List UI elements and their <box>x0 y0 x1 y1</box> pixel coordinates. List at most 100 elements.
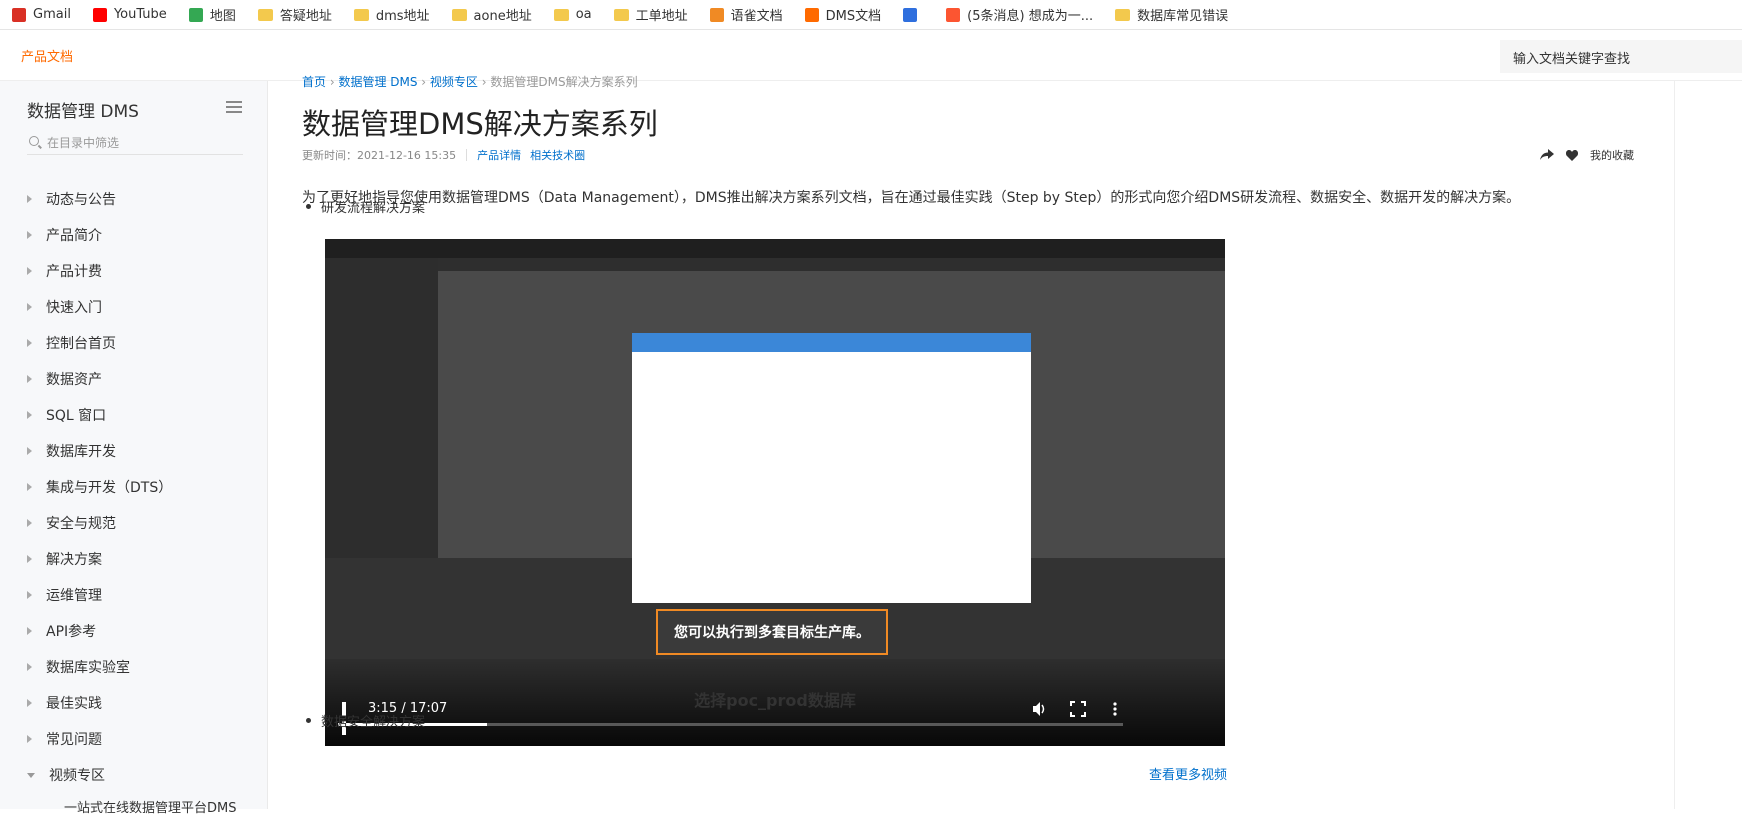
fullscreen-icon[interactable] <box>1070 701 1086 717</box>
chevron-right-icon <box>27 267 32 275</box>
video-app-sidebar <box>325 258 438 558</box>
main-content: 首页 › 数据管理 DMS › 视频专区 › 数据管理DMS解决方案系列 数据管… <box>268 75 1674 809</box>
yuque-icon <box>709 7 724 22</box>
heart-icon[interactable] <box>1566 149 1578 161</box>
doc-search-input[interactable]: 输入文档关键字查找 <box>1500 40 1742 73</box>
chevron-right-icon <box>27 447 32 455</box>
sidebar-item-16[interactable]: 视频专区 <box>27 765 105 785</box>
translate-icon <box>903 7 918 22</box>
chevron-right-icon <box>27 555 32 563</box>
chevron-right-icon <box>27 195 32 203</box>
sidebar-item-0[interactable]: 动态与公告 <box>27 189 116 209</box>
page-actions: 我的收藏 <box>1540 147 1634 163</box>
sidebar-item-4[interactable]: 控制台首页 <box>27 333 116 353</box>
chevron-down-icon <box>27 772 35 778</box>
bookmark-1[interactable]: YouTube <box>92 7 167 22</box>
bookmark-8[interactable]: 语雀文档 <box>709 5 783 24</box>
sidebar-item-7[interactable]: 数据库开发 <box>27 441 116 461</box>
breadcrumb: 首页 › 数据管理 DMS › 视频专区 › 数据管理DMS解决方案系列 <box>302 75 638 89</box>
menu-icon[interactable] <box>226 101 242 114</box>
chevron-right-icon <box>27 483 32 491</box>
breadcrumb-current: 数据管理DMS解决方案系列 <box>490 75 638 89</box>
more-videos-link[interactable]: 查看更多视频 <box>1149 764 1227 783</box>
page-title: 数据管理DMS解决方案系列 <box>302 107 658 141</box>
sidebar-item-9[interactable]: 安全与规范 <box>27 513 116 533</box>
more-options-icon[interactable] <box>1107 701 1123 717</box>
sidebar-item-12[interactable]: API参考 <box>27 621 96 641</box>
folder-icon <box>613 8 629 21</box>
video-modal <box>632 333 1031 603</box>
intro-paragraph: 为了更好地指导您使用数据管理DMS（Data Management），DMS推出… <box>302 190 1521 206</box>
folder-icon <box>353 8 369 21</box>
chevron-right-icon <box>27 375 32 383</box>
chevron-right-icon <box>27 735 32 743</box>
breadcrumb-home[interactable]: 首页 <box>302 75 326 89</box>
bookmark-4[interactable]: dms地址 <box>353 5 430 24</box>
search-icon <box>29 136 39 146</box>
chevron-right-icon <box>27 591 32 599</box>
video-tooltip: 您可以执行到多套目标生产库。 <box>656 609 888 655</box>
bookmark-6[interactable]: oa <box>553 7 592 22</box>
bookmark-7[interactable]: 工单地址 <box>613 5 688 24</box>
sidebar-item-13[interactable]: 数据库实验室 <box>27 657 130 677</box>
video-progress-bar[interactable] <box>338 723 1123 726</box>
video-app-tabs <box>438 258 1225 271</box>
bookmark-5[interactable]: aone地址 <box>451 5 532 24</box>
sidebar-item-15[interactable]: 常见问题 <box>27 729 102 749</box>
share-icon[interactable] <box>1540 149 1554 161</box>
sidebar-item-6[interactable]: SQL 窗口 <box>27 405 106 425</box>
sidebar-title: 数据管理 DMS <box>27 102 139 122</box>
chevron-right-icon <box>27 339 32 347</box>
top-navigation: 产品文档 输入文档关键字查找 <box>0 31 1742 81</box>
sidebar-item-10[interactable]: 解决方案 <box>27 549 102 569</box>
sidebar-item-1[interactable]: 产品简介 <box>27 225 102 245</box>
bullet-dev-flow: 研发流程解决方案 <box>306 197 425 216</box>
sidebar-subitem[interactable]: 一站式在线数据管理平台DMS <box>64 797 236 816</box>
youtube-icon <box>92 7 107 22</box>
bookmark-2[interactable]: 地图 <box>188 5 236 24</box>
sidebar-item-2[interactable]: 产品计费 <box>27 261 102 281</box>
chevron-right-icon <box>27 699 32 707</box>
chevron-right-icon <box>27 303 32 311</box>
gmail-icon <box>12 7 26 22</box>
sidebar-item-5[interactable]: 数据资产 <box>27 369 102 389</box>
bookmark-0[interactable]: Gmail <box>12 7 71 22</box>
folder-icon <box>1115 8 1131 21</box>
volume-icon[interactable] <box>1032 701 1048 717</box>
sidebar-item-11[interactable]: 运维管理 <box>27 585 102 605</box>
folder-icon <box>257 8 273 21</box>
chevron-right-icon <box>27 231 32 239</box>
chevron-right-icon <box>27 627 32 635</box>
bookmark-12[interactable]: 数据库常见错误 <box>1115 5 1228 24</box>
page-meta: 更新时间：2021-12-16 15:35 产品详情 相关技术圈 <box>302 147 594 163</box>
video-app-navbar <box>325 239 1225 258</box>
sidebar-filter-input[interactable]: 在目录中筛选 <box>27 130 243 155</box>
updated-time: 更新时间：2021-12-16 15:35 <box>302 149 457 162</box>
bookmark-11[interactable]: (5条消息) 想成为一... <box>946 5 1093 24</box>
csdn-icon <box>946 7 961 22</box>
maps-icon <box>188 7 203 22</box>
sidebar-item-8[interactable]: 集成与开发（DTS） <box>27 477 172 497</box>
chevron-right-icon <box>27 663 32 671</box>
product-detail-link[interactable]: 产品详情 <box>477 147 521 163</box>
bookmarks-bar: Gmail YouTube 地图 答疑地址 dms地址 aone地址 oa 工单地址 语雀文档 D… <box>0 0 1742 30</box>
sidebar: 数据管理 DMS 在目录中筛选 动态与公告产品简介产品计费快速入门控制台首页数据… <box>0 81 268 816</box>
folder-icon <box>451 8 467 21</box>
bullet-data-security: 数据安全解决方案 <box>306 711 425 730</box>
breadcrumb-video[interactable]: 视频专区 <box>430 75 478 89</box>
aliyun-icon <box>804 7 819 22</box>
sidebar-item-3[interactable]: 快速入门 <box>27 297 102 317</box>
bookmark-9[interactable]: DMS文档 <box>804 5 881 24</box>
video-player[interactable]: 您可以执行到多套目标生产库。 选择poc_prod数据库 3:15 / 17:0… <box>325 239 1225 746</box>
chevron-right-icon <box>27 411 32 419</box>
video-caption: 选择poc_prod数据库 <box>694 691 856 710</box>
breadcrumb-dms[interactable]: 数据管理 DMS <box>338 75 417 89</box>
tech-circle-link[interactable]: 相关技术圈 <box>530 147 585 163</box>
bookmark-3[interactable]: 答疑地址 <box>257 5 332 24</box>
sidebar-item-14[interactable]: 最佳实践 <box>27 693 102 713</box>
product-docs-link[interactable]: 产品文档 <box>21 46 73 65</box>
right-gutter <box>1674 81 1742 809</box>
bookmark-10[interactable] <box>903 7 924 22</box>
my-favorites[interactable]: 我的收藏 <box>1590 147 1634 163</box>
folder-icon <box>553 8 569 21</box>
